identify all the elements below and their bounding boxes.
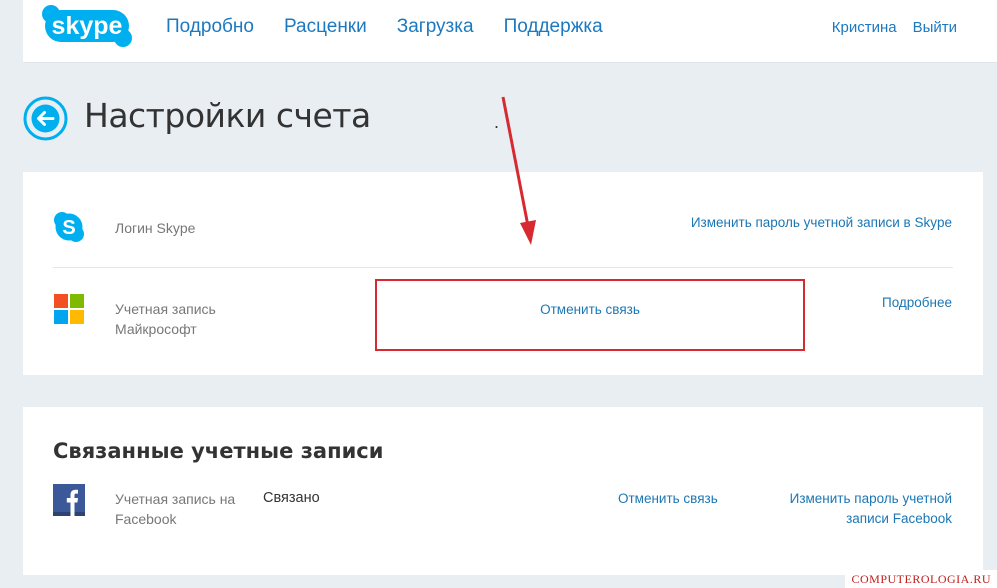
nav-item-details[interactable]: Подробно bbox=[166, 16, 254, 38]
change-facebook-password-line2: записи Facebook bbox=[846, 511, 952, 526]
row-divider bbox=[53, 267, 953, 268]
microsoft-label-line2: Майкрософт bbox=[115, 321, 197, 337]
logout-link[interactable]: Выйти bbox=[913, 19, 957, 36]
microsoft-account-label: Учетная запись Майкрософт bbox=[115, 299, 216, 339]
microsoft-icon bbox=[54, 294, 84, 324]
account-panel: S Логин Skype Изменить пароль учетной за… bbox=[23, 172, 983, 375]
page-title: Настройки счета bbox=[84, 96, 371, 135]
svg-text:skype: skype bbox=[52, 12, 123, 40]
change-facebook-password-line1: Изменить пароль учетной bbox=[789, 491, 952, 506]
main-nav: Подробно Расценки Загрузка Поддержка bbox=[166, 16, 603, 38]
facebook-status: Связано bbox=[263, 490, 320, 506]
unlink-facebook-link[interactable]: Отменить связь bbox=[618, 489, 718, 509]
watermark: COMPUTEROLOGIA.RU bbox=[845, 570, 997, 588]
user-area: Кристина Выйти bbox=[832, 19, 957, 36]
change-facebook-password-link[interactable]: Изменить пароль учетной записи Facebook bbox=[790, 489, 952, 529]
change-skype-password-link[interactable]: Изменить пароль учетной записи в Skype bbox=[691, 213, 952, 233]
microsoft-more-link[interactable]: Подробнее bbox=[882, 293, 952, 313]
linked-accounts-panel: Связанные учетные записи Учетная запись … bbox=[23, 407, 983, 575]
facebook-account-label: Учетная запись на Facebook bbox=[115, 489, 235, 529]
top-header: skype Подробно Расценки Загрузка Поддерж… bbox=[23, 0, 997, 63]
nav-item-support[interactable]: Поддержка bbox=[504, 16, 603, 38]
microsoft-label-line1: Учетная запись bbox=[115, 301, 216, 317]
skype-logo[interactable]: skype bbox=[41, 4, 133, 48]
unlink-microsoft-link[interactable]: Отменить связь bbox=[377, 300, 803, 320]
facebook-icon bbox=[53, 484, 85, 516]
facebook-label-line1: Учетная запись на bbox=[115, 491, 236, 507]
linked-accounts-title: Связанные учетные записи bbox=[53, 439, 384, 463]
back-arrow-icon[interactable] bbox=[23, 96, 68, 141]
svg-text:S: S bbox=[62, 217, 75, 239]
nav-item-download[interactable]: Загрузка bbox=[397, 16, 474, 38]
skype-login-label: Логин Skype bbox=[115, 220, 196, 236]
skype-icon: S bbox=[54, 212, 84, 242]
facebook-label-line2: Facebook bbox=[115, 511, 177, 527]
nav-item-pricing[interactable]: Расценки bbox=[284, 16, 367, 38]
highlight-box: Отменить связь bbox=[375, 279, 805, 351]
user-name-link[interactable]: Кристина bbox=[832, 19, 897, 36]
stray-dot: . bbox=[494, 112, 500, 132]
